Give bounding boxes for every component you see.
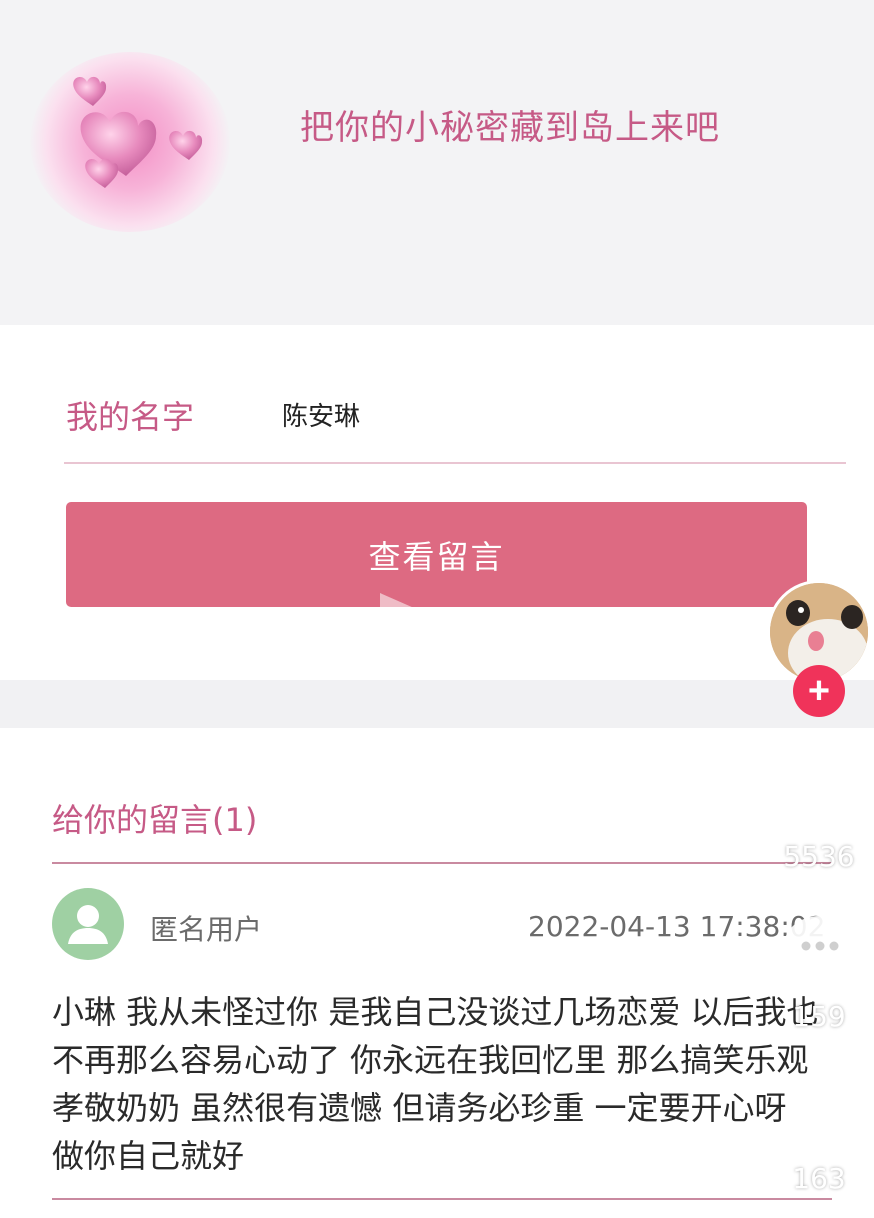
message-author: 匿名用户	[150, 913, 263, 946]
hearts-logo-icon	[30, 52, 230, 232]
name-input[interactable]: 陈安琳	[282, 396, 360, 433]
messages-title: 给你的留言(1)	[52, 801, 258, 839]
page-tagline: 把你的小秘密藏到岛上来吧	[300, 108, 720, 148]
heart-icon[interactable]	[778, 752, 862, 824]
play-icon[interactable]	[370, 585, 440, 645]
section-gap	[0, 680, 874, 728]
messages-divider	[52, 862, 832, 864]
favorite-count: 163	[792, 1162, 846, 1195]
star-icon[interactable]	[782, 1072, 858, 1146]
message-divider	[52, 1198, 832, 1200]
message-body: 小琳 我从未怪过你 是我自己没谈过几场恋爱 以后我也不再那么容易心动了 你永远在…	[52, 993, 819, 1175]
name-label: 我的名字	[66, 398, 195, 436]
user-silhouette-icon	[52, 888, 124, 960]
name-divider	[64, 462, 846, 464]
comment-count: 159	[792, 1000, 846, 1033]
follow-button[interactable]: +	[793, 665, 845, 717]
like-count: 5536	[783, 840, 855, 873]
comment-icon[interactable]	[780, 912, 860, 988]
